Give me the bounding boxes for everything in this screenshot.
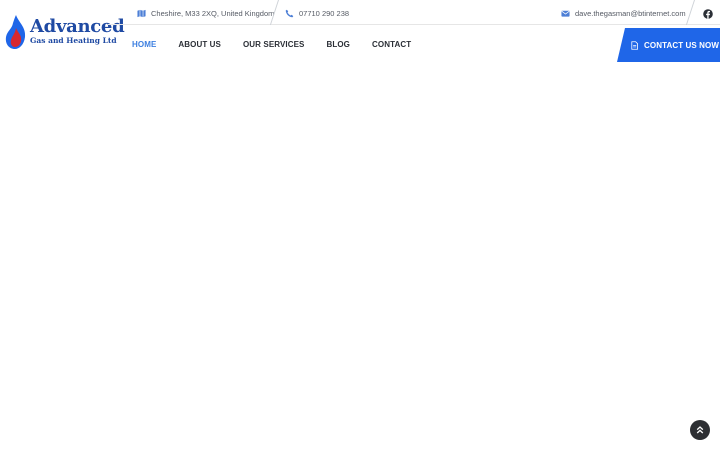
facebook-link[interactable]	[703, 6, 713, 19]
address-text: Cheshire, M33 2XQ, United Kingdom	[151, 8, 275, 18]
page: Advanced Gas and Heating Ltd Cheshire, M…	[0, 0, 720, 450]
address-info: Cheshire, M33 2XQ, United Kingdom	[137, 7, 274, 19]
flame-logo-icon	[5, 15, 26, 49]
facebook-icon	[703, 9, 713, 19]
envelope-icon	[561, 10, 570, 17]
divider	[685, 0, 695, 25]
email-text: dave.thegasman@btinternet.com	[575, 8, 686, 18]
phone-text: 07710 290 238	[299, 8, 350, 18]
back-to-top-button[interactable]	[690, 420, 710, 440]
nav-item-home[interactable]: HOME	[132, 40, 156, 49]
top-info-bar: Cheshire, M33 2XQ, United Kingdom 07710 …	[108, 0, 720, 25]
main-navigation: HOME ABOUT US OUR SERVICES BLOG CONTACT	[132, 40, 433, 49]
site-logo[interactable]: Advanced Gas and Heating Ltd	[4, 14, 125, 54]
cta-label: CONTACT US NOW	[644, 40, 720, 50]
phone-icon	[285, 9, 294, 17]
chevron-double-up-icon	[696, 426, 704, 434]
phone-link[interactable]: 07710 290 238	[285, 7, 349, 19]
nav-item-blog[interactable]: BLOG	[327, 40, 351, 49]
map-icon	[137, 9, 146, 17]
nav-item-about-us[interactable]: ABOUT US	[178, 40, 221, 49]
contact-us-now-button[interactable]: CONTACT US NOW	[617, 28, 720, 62]
document-icon	[631, 40, 638, 50]
nav-item-our-services[interactable]: OUR SERVICES	[243, 40, 305, 49]
email-link[interactable]: dave.thegasman@btinternet.com	[561, 7, 686, 19]
logo-tagline: Gas and Heating Ltd	[30, 36, 117, 45]
nav-item-contact[interactable]: CONTACT	[372, 40, 411, 49]
